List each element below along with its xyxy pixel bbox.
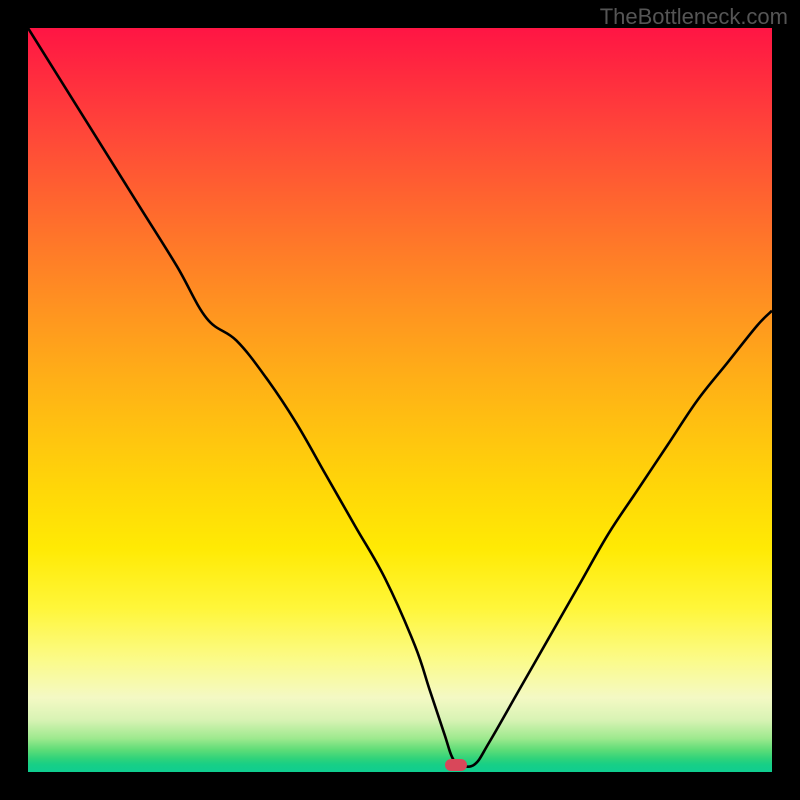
chart-plot-area [28,28,772,772]
watermark-text: TheBottleneck.com [600,4,788,30]
chart-curve-svg [28,28,772,772]
optimal-point-marker [445,759,467,771]
bottleneck-curve-line [28,28,772,767]
